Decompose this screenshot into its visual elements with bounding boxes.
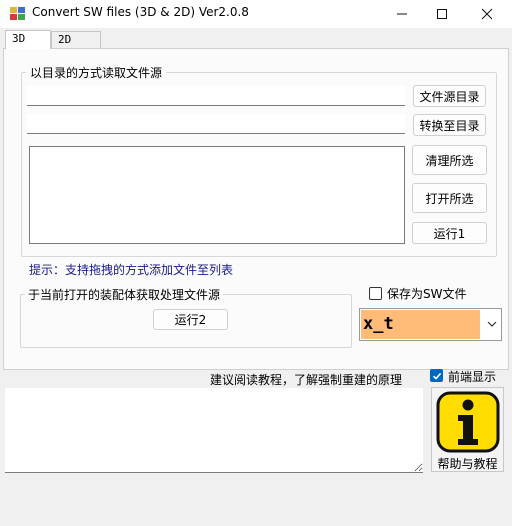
drag-drop-hint: 提示：支持拖拽的方式添加文件至列表 [29, 263, 234, 277]
tab-3d[interactable]: 3D [5, 30, 51, 49]
file-list[interactable] [29, 146, 405, 244]
maximize-button[interactable] [420, 0, 464, 28]
frontmost-label[interactable]: 前端显示 [448, 368, 496, 385]
maximize-icon [437, 9, 447, 19]
minimize-icon [397, 13, 407, 15]
tutorial-hint: 建议阅读教程，了解强制重建的原理 [210, 373, 403, 387]
log-textarea[interactable] [5, 388, 423, 473]
tab-2d[interactable]: 2D [51, 31, 101, 48]
chevron-down-icon[interactable] [486, 317, 498, 331]
window-title: Convert SW files (3D & 2D) Ver2.0.8 [32, 5, 249, 19]
save-as-sw-label[interactable]: 保存为SW文件 [387, 285, 466, 302]
run2-button[interactable]: 运行2 [153, 309, 228, 330]
save-as-sw-checkbox[interactable] [369, 287, 382, 300]
source-dir-input[interactable] [27, 86, 405, 106]
target-dir-button[interactable]: 转换至目录 [413, 114, 486, 136]
help-tutorial-label[interactable]: 帮助与教程 [431, 455, 504, 472]
close-button[interactable] [465, 0, 509, 28]
source-dir-button[interactable]: 文件源目录 [413, 85, 486, 107]
app-icon [10, 7, 25, 20]
close-icon [481, 8, 493, 20]
run1-button[interactable]: 运行1 [412, 222, 487, 244]
assembly-group-title: 于当前打开的装配体获取处理文件源 [25, 286, 224, 303]
directory-group-title: 以目录的方式读取文件源 [26, 64, 167, 81]
open-selected-button[interactable]: 打开所选 [412, 183, 487, 213]
info-icon[interactable] [436, 391, 500, 453]
clear-selected-button[interactable]: 清理所选 [412, 145, 487, 175]
format-select-value[interactable]: x_t [361, 310, 480, 339]
checkmark-icon [432, 372, 441, 380]
minimize-button[interactable] [380, 0, 424, 28]
target-dir-input[interactable] [27, 114, 405, 134]
frontmost-checkbox[interactable] [430, 369, 443, 382]
